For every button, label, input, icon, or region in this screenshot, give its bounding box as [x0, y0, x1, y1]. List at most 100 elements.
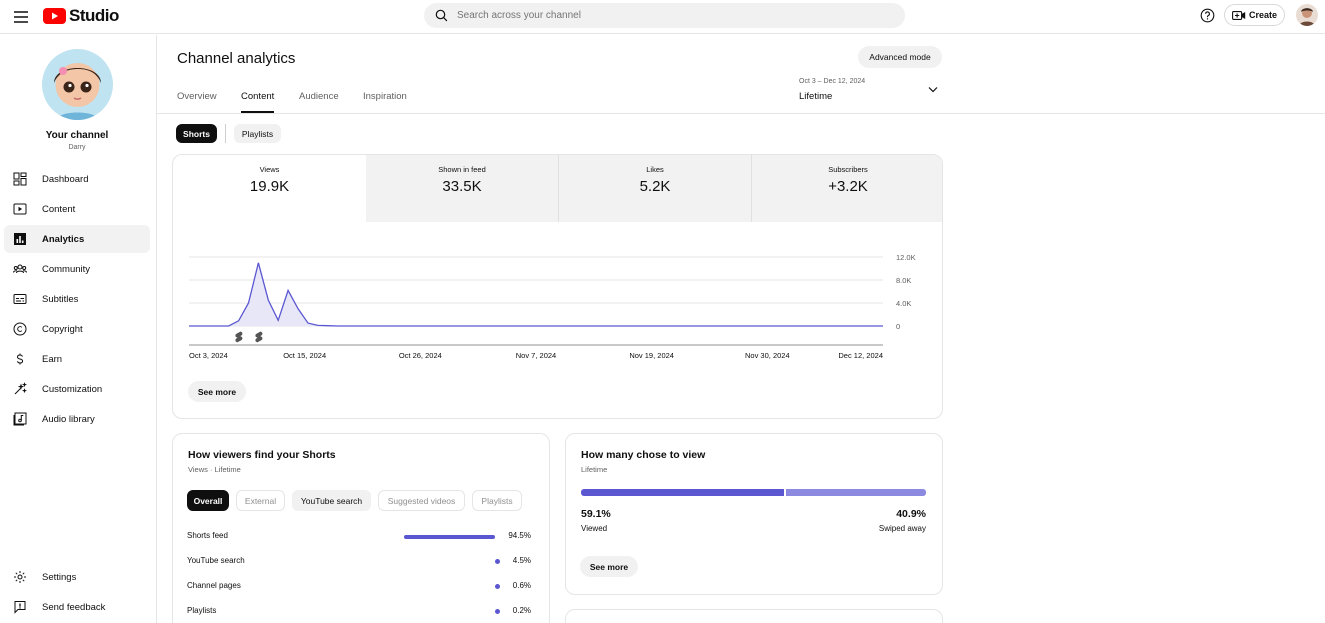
page-title: Channel analytics — [177, 50, 296, 67]
shorts-icon — [235, 331, 243, 343]
sidebar-item-customization[interactable]: Customization — [4, 375, 150, 403]
metric-views[interactable]: Views 19.9K — [173, 155, 366, 222]
traffic-source-row: YouTube search 4.5% — [187, 556, 531, 568]
traffic-source-label: Playlists — [187, 606, 217, 615]
sidebar-item-label: Subtitles — [42, 293, 79, 305]
help-icon[interactable] — [1200, 8, 1215, 23]
traffic-source-percent: 4.5% — [512, 556, 531, 565]
filter-suggested-videos[interactable]: Suggested videos — [378, 490, 465, 511]
studio-wordmark: Studio — [69, 6, 119, 25]
sidebar-item-analytics[interactable]: Analytics — [4, 225, 150, 253]
metric-label: Subscribers — [828, 165, 868, 174]
sidebar: Your channel Darry Dashboard Content Ana… — [0, 35, 157, 623]
y-tick-label: 0 — [896, 322, 900, 331]
menu-icon[interactable] — [12, 8, 30, 26]
metric-likes[interactable]: Likes 5.2K — [558, 155, 751, 222]
shorts-icon — [255, 331, 263, 343]
x-tick-label: Nov 30, 2024 — [745, 351, 790, 360]
sidebar-item-settings[interactable]: Settings — [4, 563, 150, 591]
sidebar-item-send-feedback[interactable]: Send feedback — [4, 593, 150, 621]
metric-label: Shown in feed — [438, 165, 486, 174]
traffic-sources-subtitle: Views · Lifetime — [188, 465, 241, 474]
metric-label: Views — [259, 165, 280, 174]
content-icon — [13, 202, 27, 216]
swiped-bar — [786, 489, 926, 496]
x-tick-label: Dec 12, 2024 — [838, 351, 883, 360]
metric-label: Likes — [646, 165, 664, 174]
filter-playlists[interactable]: Playlists — [472, 490, 522, 511]
date-range-picker[interactable]: Oct 3 – Dec 12, 2024 Lifetime — [799, 76, 942, 106]
y-tick-label: 12.0K — [896, 253, 916, 262]
create-button[interactable]: Create — [1224, 4, 1285, 26]
customization-icon — [13, 382, 27, 396]
sidebar-item-audio-library[interactable]: Audio library — [4, 405, 150, 433]
filter-youtube-search[interactable]: YouTube search — [292, 490, 371, 511]
traffic-source-label: YouTube search — [187, 556, 245, 565]
top-bar: Studio Create — [0, 0, 1325, 34]
date-range-period: Lifetime — [799, 91, 833, 102]
metrics-card: Views 19.9K Shown in feed 33.5K Likes 5.… — [172, 154, 943, 419]
search-bar[interactable] — [424, 3, 905, 28]
x-tick-label: Oct 26, 2024 — [399, 351, 442, 360]
filter-external[interactable]: External — [236, 490, 285, 511]
x-tick-label: Nov 7, 2024 — [516, 351, 556, 360]
tab-content[interactable]: Content — [241, 91, 275, 113]
viewed-label: Viewed — [581, 524, 608, 533]
chose-to-view-title: How many chose to view — [581, 449, 706, 461]
viewed-bar — [581, 489, 784, 496]
next-card — [565, 609, 943, 623]
traffic-source-row: Channel pages 0.6% — [187, 581, 531, 593]
traffic-source-percent: 0.2% — [512, 606, 531, 615]
y-tick-label: 8.0K — [896, 276, 911, 285]
sidebar-item-copyright[interactable]: Copyright — [4, 315, 150, 343]
x-tick-label: Oct 3, 2024 — [189, 351, 228, 360]
traffic-source-dot — [495, 609, 500, 614]
account-avatar[interactable] — [1296, 4, 1318, 26]
chart-see-more-button[interactable]: See more — [188, 381, 246, 402]
metric-value: 33.5K — [442, 178, 482, 195]
metric-subscribers[interactable]: Subscribers +3.2K — [751, 155, 942, 222]
sidebar-item-label: Customization — [42, 383, 103, 395]
metric-value: +3.2K — [828, 178, 868, 195]
sidebar-item-community[interactable]: Community — [4, 255, 150, 283]
sidebar-item-label: Settings — [42, 571, 77, 583]
x-tick-label: Oct 15, 2024 — [283, 351, 326, 360]
metric-shown-in-feed[interactable]: Shown in feed 33.5K — [366, 155, 558, 222]
sidebar-item-label: Copyright — [42, 323, 83, 335]
tab-inspiration[interactable]: Inspiration — [363, 91, 407, 113]
chip-divider — [225, 124, 226, 143]
filter-overall[interactable]: Overall — [187, 490, 229, 511]
audio-library-icon — [13, 412, 27, 426]
traffic-source-label: Shorts feed — [187, 531, 228, 540]
earn-icon — [13, 352, 27, 366]
traffic-sources-title: How viewers find your Shorts — [188, 449, 336, 461]
search-icon — [435, 9, 448, 22]
create-label: Create — [1248, 10, 1277, 20]
traffic-source-row: Shorts feed 94.5% — [187, 531, 531, 543]
sidebar-item-content[interactable]: Content — [4, 195, 150, 223]
chevron-down-icon — [928, 86, 938, 93]
sidebar-item-dashboard[interactable]: Dashboard — [4, 165, 150, 193]
sidebar-item-subtitles[interactable]: Subtitles — [4, 285, 150, 313]
date-range-dates: Oct 3 – Dec 12, 2024 — [799, 78, 866, 85]
channel-avatar[interactable] — [42, 49, 113, 120]
traffic-source-percent: 0.6% — [512, 581, 531, 590]
youtube-logo-icon — [43, 8, 66, 24]
chip-shorts[interactable]: Shorts — [176, 124, 217, 143]
tab-overview[interactable]: Overview — [177, 91, 217, 113]
sidebar-item-label: Audio library — [42, 413, 95, 425]
traffic-source-dot — [495, 559, 500, 564]
sidebar-item-label: Analytics — [42, 233, 85, 245]
chip-playlists[interactable]: Playlists — [234, 124, 281, 143]
analytics-icon — [13, 232, 27, 246]
viewed-see-more-button[interactable]: See more — [580, 556, 638, 577]
tab-audience[interactable]: Audience — [299, 91, 339, 113]
views-chart: 12.0K 8.0K 4.0K 0 Oct 3, 2024 Oct 15, 2024 Oct… — [189, 253, 916, 360]
studio-logo[interactable]: Studio — [43, 6, 119, 26]
search-input[interactable] — [457, 10, 877, 21]
y-tick-label: 4.0K — [896, 299, 911, 308]
advanced-mode-button[interactable]: Advanced mode — [858, 46, 942, 68]
sidebar-item-earn[interactable]: Earn — [4, 345, 150, 373]
channel-handle: Darry — [68, 144, 86, 151]
metric-value: 5.2K — [639, 178, 671, 195]
